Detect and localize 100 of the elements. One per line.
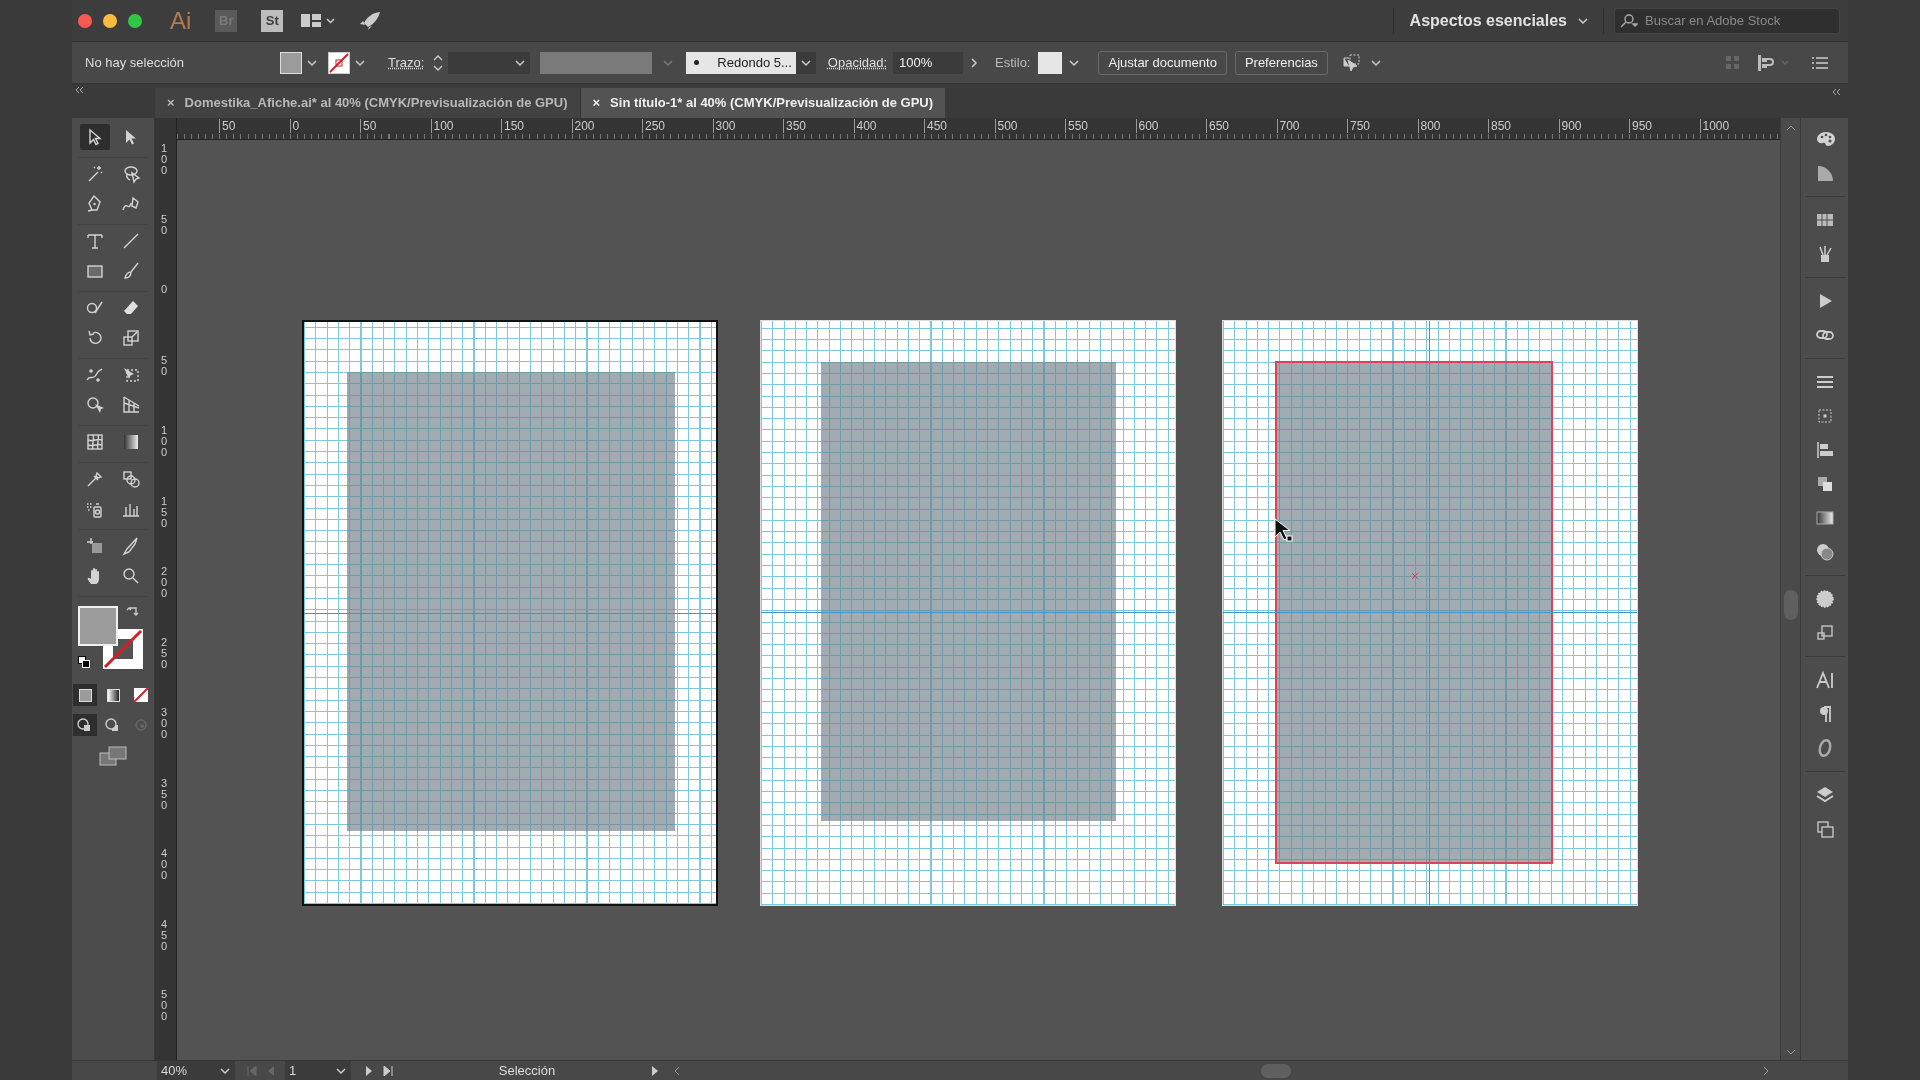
layers-icon[interactable] bbox=[1814, 785, 1835, 805]
document-tab[interactable]: × Domestika_Afiche.ai* al 40% (CMYK/Previsualización de GPU) bbox=[155, 88, 581, 118]
stock-logo[interactable]: St bbox=[261, 9, 284, 32]
ruler-label: 350 bbox=[161, 777, 168, 811]
ruler-label: 350 bbox=[783, 119, 807, 133]
chevron-icon bbox=[335, 1066, 347, 1075]
brush-dropdown[interactable]: Redondo 5... bbox=[686, 51, 816, 74]
chevron-icon bbox=[219, 1066, 231, 1075]
document-tab[interactable]: × Sin título-1* al 40% (CMYK/Previsualización de GPU) bbox=[580, 88, 945, 118]
eyedropper-icon bbox=[85, 469, 105, 489]
blend-icon bbox=[121, 469, 141, 489]
ruler-label: 800 bbox=[1417, 119, 1441, 133]
ruler-label: 50 bbox=[219, 119, 236, 133]
style-swatch[interactable] bbox=[1038, 51, 1063, 74]
layout-icon[interactable] bbox=[301, 12, 338, 29]
panel-menu-icon[interactable] bbox=[1812, 56, 1828, 69]
chevron-icon[interactable] bbox=[306, 58, 318, 67]
tab-label: Sin título-1* al 40% (CMYK/Previsualización de GPU) bbox=[610, 94, 933, 113]
style-label: Estilo: bbox=[995, 53, 1031, 72]
cursor-icon bbox=[1274, 518, 1294, 544]
draw-normal-icon[interactable] bbox=[73, 714, 97, 736]
ruler-label: 950 bbox=[1629, 119, 1653, 133]
current-tool-label[interactable]: Selección bbox=[403, 1060, 651, 1080]
next-artboard-icon[interactable] bbox=[365, 1065, 373, 1076]
chevron-right-icon[interactable] bbox=[969, 56, 980, 69]
palette-icon[interactable] bbox=[1814, 129, 1835, 149]
horizontal-ruler[interactable]: 50 0 50 100 150 200 250 300 350 400 450 500 550 600 650 700 750 800 850 900 950 1000 bbox=[177, 118, 1780, 140]
ruler-label: 500 bbox=[994, 119, 1018, 133]
ruler-label: 0 bbox=[161, 284, 168, 295]
circles-icon[interactable] bbox=[1814, 542, 1835, 562]
collapse-icon[interactable] bbox=[75, 86, 85, 94]
scroll-left-icon[interactable] bbox=[673, 1064, 681, 1077]
fill-swatch[interactable] bbox=[280, 51, 302, 74]
ruler-label: 250 bbox=[642, 119, 666, 133]
close-tab-button[interactable]: × bbox=[592, 93, 601, 113]
default-colors-icon[interactable] bbox=[78, 656, 90, 668]
fill-color-swatch[interactable] bbox=[78, 606, 118, 646]
collapse-icon[interactable] bbox=[1832, 88, 1842, 96]
toolbar-button[interactable]: Preferencias bbox=[1234, 50, 1328, 75]
ruler-label: 400 bbox=[161, 848, 168, 881]
ruler-label: 850 bbox=[1488, 119, 1512, 133]
stroke-swatch[interactable] bbox=[328, 51, 350, 74]
ruler-label: 100 bbox=[161, 143, 168, 176]
ruler-label: 450 bbox=[161, 918, 168, 952]
zoom-icon bbox=[121, 566, 141, 586]
toolbar-button[interactable]: Ajustar documento bbox=[1098, 50, 1227, 75]
stock-search-field[interactable]: Buscar en Adobe Stock bbox=[1614, 7, 1840, 34]
last-artboard-icon[interactable] bbox=[383, 1065, 393, 1076]
lasso-icon bbox=[121, 164, 141, 184]
artboard-icon bbox=[85, 536, 105, 556]
vertical-ruler[interactable]: 100 50 0 50 100 150 200 250 300 350 400 450 500 bbox=[155, 140, 177, 1060]
scroll-down-icon[interactable] bbox=[1784, 1048, 1797, 1056]
ruler-label: 900 bbox=[1558, 119, 1582, 133]
selection-status: No hay selección bbox=[85, 53, 185, 72]
opacity-field[interactable]: 100% bbox=[893, 51, 964, 74]
close-window-button[interactable] bbox=[78, 13, 92, 28]
screen-mode-icon[interactable] bbox=[99, 746, 127, 766]
scroll-up-icon[interactable] bbox=[1784, 124, 1797, 132]
artboards-icon[interactable] bbox=[1814, 819, 1835, 839]
squares-icon[interactable] bbox=[1814, 623, 1835, 643]
knife-icon bbox=[121, 536, 141, 556]
dotted-circle-icon[interactable] bbox=[1814, 589, 1835, 609]
ruler-label: 600 bbox=[1135, 119, 1159, 133]
align-left-icon[interactable] bbox=[1814, 440, 1835, 460]
chevron-icon bbox=[514, 58, 527, 67]
rocket-icon[interactable] bbox=[359, 10, 382, 31]
maximize-window-button[interactable] bbox=[128, 13, 142, 28]
opacity-label[interactable]: Opacidad: bbox=[827, 52, 888, 73]
status-menu-icon[interactable] bbox=[651, 1065, 659, 1076]
chevron-icon[interactable] bbox=[1369, 58, 1382, 67]
free-transform-icon bbox=[121, 365, 141, 385]
stroke-label[interactable]: Trazo: bbox=[388, 52, 425, 73]
scroll-right-icon[interactable] bbox=[1762, 1064, 1770, 1077]
color-mode-button[interactable] bbox=[73, 684, 97, 706]
arrow-tool[interactable] bbox=[80, 124, 110, 150]
tab-label: Domestika_Afiche.ai* al 40% (CMYK/Previsualización de GPU) bbox=[184, 94, 568, 113]
artboard[interactable] bbox=[302, 320, 718, 906]
ruler-label: 50 bbox=[161, 213, 168, 236]
chevron-icon[interactable] bbox=[354, 58, 366, 67]
ruler-label: 550 bbox=[1065, 119, 1089, 133]
gradient-icon bbox=[121, 432, 141, 452]
ruler-label: 450 bbox=[924, 119, 948, 133]
chevron-icon bbox=[662, 58, 675, 67]
artboard-dropdown[interactable]: 1 bbox=[285, 1060, 351, 1080]
zoom-dropdown[interactable]: 40% bbox=[157, 1060, 235, 1080]
ruler-label: 250 bbox=[161, 636, 168, 670]
minimize-window-button[interactable] bbox=[103, 13, 117, 28]
search-icon bbox=[1620, 13, 1638, 28]
ruler-label: 100 bbox=[430, 119, 454, 133]
workspace-switcher[interactable]: Aspectos esenciales bbox=[1409, 8, 1589, 33]
gradient-icon[interactable] bbox=[1814, 508, 1835, 528]
character-icon[interactable] bbox=[1814, 670, 1835, 690]
close-tab-button[interactable]: × bbox=[167, 93, 175, 113]
ruler-label: 400 bbox=[853, 119, 877, 133]
shape-builder-icon bbox=[85, 395, 105, 415]
ruler-label: 100 bbox=[161, 425, 168, 458]
chevron-icon[interactable] bbox=[1068, 58, 1081, 67]
ruler-label: 50 bbox=[360, 119, 377, 133]
ruler-label: 750 bbox=[1347, 119, 1371, 133]
ruler-label: 700 bbox=[1276, 119, 1300, 133]
